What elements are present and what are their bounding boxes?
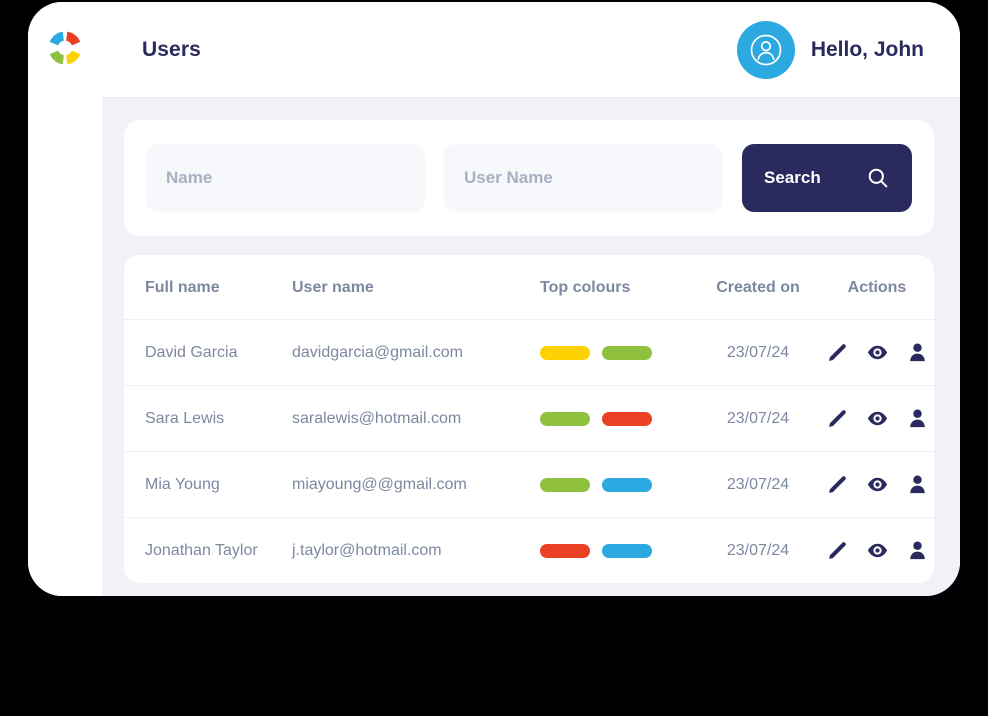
cell-fullname: Sara Lewis — [124, 386, 292, 452]
colour-pill-group — [532, 478, 698, 492]
column-header-colours: Top colours — [532, 255, 698, 320]
user-person-icon[interactable] — [906, 539, 929, 562]
column-header-username: User name — [292, 255, 532, 320]
column-header-fullname: Full name — [124, 255, 292, 320]
search-button[interactable]: Search — [742, 144, 912, 212]
cell-top-colours — [532, 320, 698, 386]
logo-green-segment — [50, 51, 64, 65]
user-person-icon[interactable] — [906, 341, 929, 364]
cell-username: j.taylor@hotmail.com — [292, 518, 532, 584]
users-table: Full name User name Top colours Created … — [124, 255, 934, 583]
user-menu[interactable]: Hello, John — [737, 21, 924, 79]
logo-red-segment — [66, 32, 80, 46]
logo-blue-segment — [50, 32, 64, 46]
colour-pill — [540, 346, 590, 360]
view-eye-button[interactable] — [866, 407, 889, 430]
main-column: Users Hello, John Searc — [102, 2, 960, 596]
edit-pencil-button[interactable] — [826, 407, 849, 430]
view-eye-icon[interactable] — [866, 341, 889, 364]
table-row[interactable]: Mia Youngmiayoung@@gmail.com 23/07/24 — [124, 452, 934, 518]
action-button-group — [818, 473, 934, 496]
cell-created-on: 23/07/24 — [698, 518, 818, 584]
cell-fullname: Jonathan Taylor — [124, 518, 292, 584]
colour-pill-group — [532, 544, 698, 558]
user-person-icon[interactable] — [906, 473, 929, 496]
edit-pencil-icon[interactable] — [826, 539, 849, 562]
search-input-username[interactable] — [444, 144, 723, 212]
logo-yellow-segment — [66, 51, 80, 65]
view-eye-button[interactable] — [866, 341, 889, 364]
edit-pencil-button[interactable] — [826, 473, 849, 496]
table-row[interactable]: David Garciadavidgarcia@gmail.com 23/07/2… — [124, 320, 934, 386]
colour-pill — [602, 412, 652, 426]
table-row[interactable]: Jonathan Taylorj.taylor@hotmail.com 23/07… — [124, 518, 934, 584]
cell-username: miayoung@@gmail.com — [292, 452, 532, 518]
user-person-button[interactable] — [906, 473, 929, 496]
view-eye-button[interactable] — [866, 539, 889, 562]
greeting-text: Hello, John — [811, 38, 924, 62]
colour-pill — [540, 478, 590, 492]
cell-actions — [818, 452, 934, 518]
cell-top-colours — [532, 452, 698, 518]
cell-created-on: 23/07/24 — [698, 386, 818, 452]
edit-pencil-button[interactable] — [826, 341, 849, 364]
view-eye-icon[interactable] — [866, 539, 889, 562]
edit-pencil-icon[interactable] — [826, 341, 849, 364]
column-header-created: Created on — [698, 255, 818, 320]
colour-pill — [540, 412, 590, 426]
search-filter-card: Search — [124, 120, 934, 236]
cell-top-colours — [532, 518, 698, 584]
table-head: Full name User name Top colours Created … — [124, 255, 934, 320]
colour-pill-group — [532, 412, 698, 426]
view-eye-icon[interactable] — [866, 407, 889, 430]
page-title: Users — [142, 38, 201, 62]
cell-actions — [818, 518, 934, 584]
cell-actions — [818, 320, 934, 386]
user-person-button[interactable] — [906, 407, 929, 430]
user-avatar-icon — [749, 33, 783, 67]
cell-username: davidgarcia@gmail.com — [292, 320, 532, 386]
cell-created-on: 23/07/24 — [698, 320, 818, 386]
users-table-card: Full name User name Top colours Created … — [124, 255, 934, 583]
user-person-icon[interactable] — [906, 407, 929, 430]
cell-fullname: Mia Young — [124, 452, 292, 518]
avatar[interactable] — [737, 21, 795, 79]
user-person-button[interactable] — [906, 539, 929, 562]
edit-pencil-icon[interactable] — [826, 407, 849, 430]
colour-pill — [602, 544, 652, 558]
action-button-group — [818, 539, 934, 562]
view-eye-icon[interactable] — [866, 473, 889, 496]
view-eye-button[interactable] — [866, 473, 889, 496]
table-row[interactable]: Sara Lewissaralewis@hotmail.com 23/07/24 — [124, 386, 934, 452]
search-icon — [866, 166, 890, 190]
cell-top-colours — [532, 386, 698, 452]
search-button-label: Search — [764, 168, 821, 188]
table-header-row: Full name User name Top colours Created … — [124, 255, 934, 320]
colour-pill — [602, 478, 652, 492]
action-button-group — [818, 407, 934, 430]
content-area: Search Full name User name Top colours — [102, 98, 960, 596]
search-input-name[interactable] — [146, 144, 425, 212]
cell-fullname: David Garcia — [124, 320, 292, 386]
action-button-group — [818, 341, 934, 364]
colour-pill — [540, 544, 590, 558]
colour-pill — [602, 346, 652, 360]
top-bar: Users Hello, John — [102, 2, 960, 98]
app-window: Users Hello, John Searc — [28, 2, 960, 596]
user-person-button[interactable] — [906, 341, 929, 364]
column-header-actions: Actions — [818, 255, 934, 320]
brand-logo-icon[interactable] — [46, 29, 84, 67]
sidebar-rail — [28, 2, 102, 596]
cell-actions — [818, 386, 934, 452]
edit-pencil-button[interactable] — [826, 539, 849, 562]
table-body: David Garciadavidgarcia@gmail.com 23/07/2… — [124, 320, 934, 584]
cell-username: saralewis@hotmail.com — [292, 386, 532, 452]
cell-created-on: 23/07/24 — [698, 452, 818, 518]
colour-pill-group — [532, 346, 698, 360]
edit-pencil-icon[interactable] — [826, 473, 849, 496]
